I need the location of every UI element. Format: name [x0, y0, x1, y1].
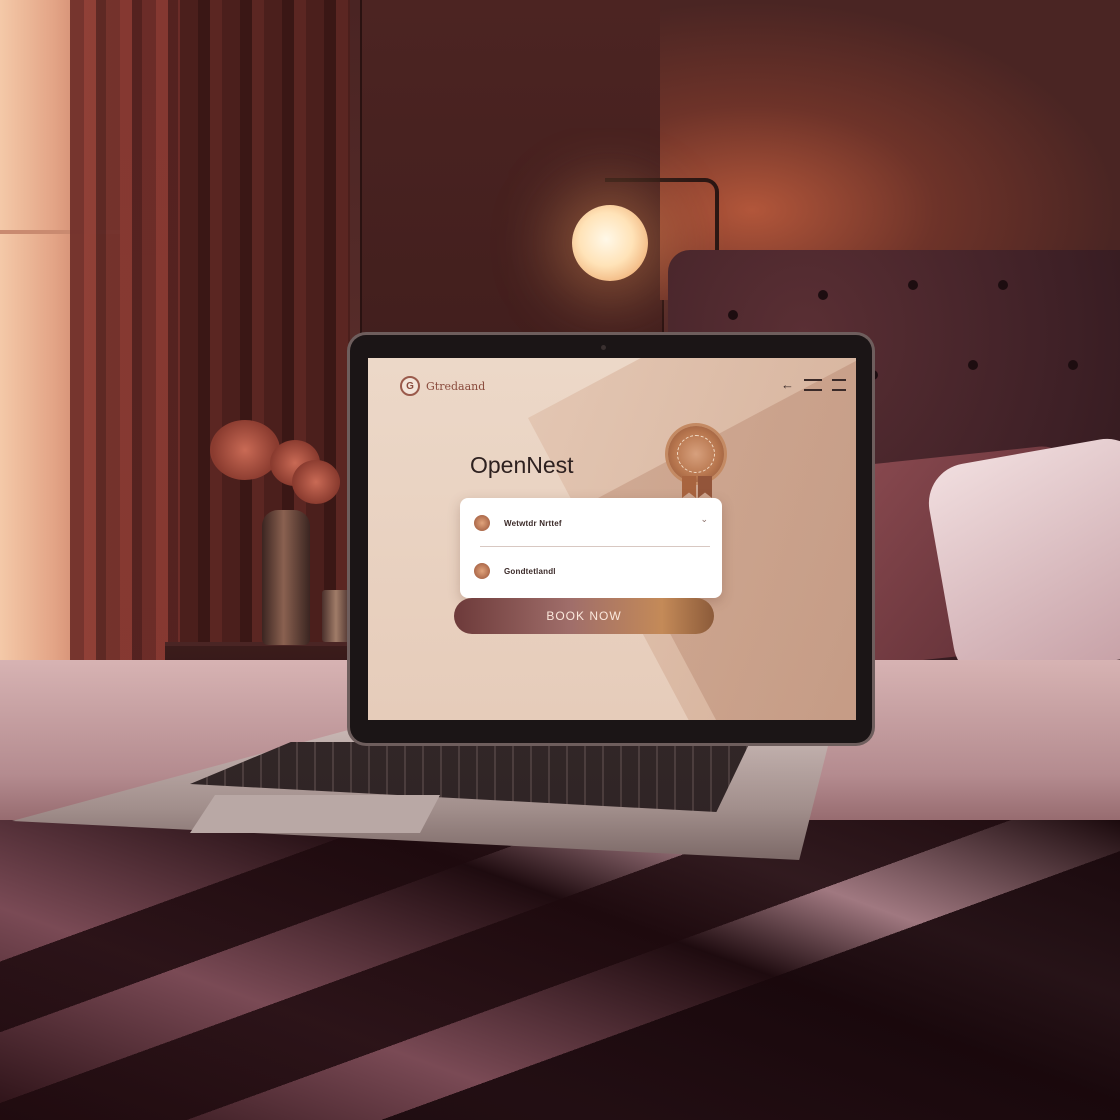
- back-arrow-icon[interactable]: ←: [781, 378, 794, 391]
- page-title: OpenNest: [470, 452, 574, 478]
- flower: [210, 420, 280, 480]
- top-nav: ←: [781, 378, 846, 391]
- flower: [292, 460, 340, 504]
- logo-text: Gtredaand: [426, 379, 486, 393]
- calendar-pin-icon: [474, 563, 490, 579]
- tuft: [818, 290, 828, 300]
- tuft: [908, 280, 918, 290]
- hamburger-menu-icon[interactable]: [804, 378, 822, 391]
- webcam: [601, 345, 606, 350]
- laptop-trackpad: [190, 795, 440, 833]
- booking-form: Wetwtdr Nrttef ⌄ Gondtetlandl: [460, 498, 722, 598]
- date-field[interactable]: Gondtetlandl: [460, 548, 722, 594]
- chevron-down-icon[interactable]: ⌄: [700, 514, 708, 525]
- lamp-globe: [572, 205, 648, 281]
- site-logo[interactable]: G Gtredaand: [400, 376, 485, 396]
- divider: [480, 546, 710, 547]
- laptop-screen: G Gtredaand ← OpenNest Wetwtdr Nrttef ⌄ …: [368, 358, 856, 720]
- tuft: [1068, 360, 1078, 370]
- curtain-left: [70, 0, 180, 740]
- award-seal-icon: [668, 426, 724, 482]
- tuft: [728, 310, 738, 320]
- location-field-value: Wetwtdr Nrttef: [504, 518, 562, 528]
- book-now-button[interactable]: BOOK NOW: [454, 598, 714, 634]
- tuft: [998, 280, 1008, 290]
- hamburger-menu-icon[interactable]: [832, 378, 846, 391]
- glass: [322, 590, 350, 642]
- bed-sheet: [0, 820, 1120, 1120]
- seal-inner: [677, 435, 715, 473]
- tuft: [968, 360, 978, 370]
- logo-mark-icon: G: [400, 376, 420, 396]
- location-pin-icon: [474, 515, 490, 531]
- vase: [262, 510, 310, 645]
- location-field[interactable]: Wetwtdr Nrttef ⌄: [460, 500, 722, 546]
- date-field-value: Gondtetlandl: [504, 566, 556, 576]
